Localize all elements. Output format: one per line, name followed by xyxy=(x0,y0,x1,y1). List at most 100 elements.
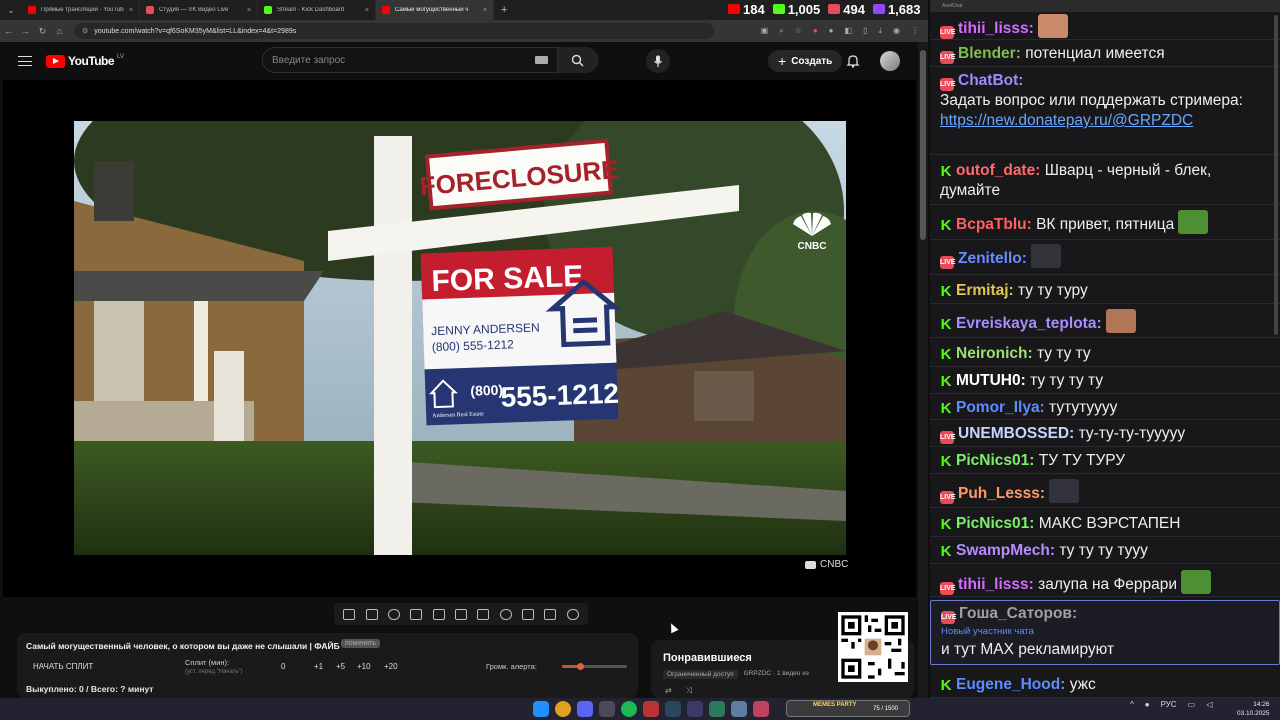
chat-username[interactable]: Blender: xyxy=(958,45,1021,62)
chat-username[interactable]: BcpaTblu: xyxy=(956,216,1032,233)
app-green-icon[interactable] xyxy=(709,701,725,717)
extension-white-icon[interactable]: ● xyxy=(829,26,834,36)
extension-red-icon[interactable]: ● xyxy=(813,26,818,36)
chat-username[interactable]: Evreiskaya_teplota: xyxy=(956,315,1102,332)
playlist-icon[interactable] xyxy=(410,608,423,620)
chat-username[interactable]: tihii_lisss: xyxy=(958,576,1034,593)
forward-icon[interactable]: → xyxy=(17,26,34,36)
app-pink-icon[interactable] xyxy=(753,701,769,717)
screenshot-icon[interactable] xyxy=(544,608,557,620)
chat-username[interactable]: Ermitaj: xyxy=(956,282,1014,299)
memes-party-widget[interactable]: MEMES PARTY 75 / 1500 xyxy=(786,700,910,717)
picture-in-picture-icon[interactable] xyxy=(454,608,467,620)
profile-icon[interactable]: ◉ xyxy=(893,26,900,36)
account-avatar[interactable] xyxy=(880,51,900,71)
start-split-button[interactable]: НАЧАТЬ СПЛИТ xyxy=(33,662,93,671)
page-scrollbar[interactable] xyxy=(918,42,928,698)
tab-close-icon[interactable]: × xyxy=(247,7,251,14)
liked-title[interactable]: Понравившиеся xyxy=(663,652,752,664)
sidepanel-icon[interactable]: ▯ xyxy=(863,26,867,36)
keyboard-icon[interactable] xyxy=(535,56,548,64)
site-info-icon[interactable]: ⚙ xyxy=(82,27,88,35)
back-icon[interactable]: ← xyxy=(0,26,17,36)
playlist-loop-icon[interactable]: ⇄ xyxy=(665,686,672,696)
steam-icon[interactable] xyxy=(665,701,681,717)
download-icon[interactable]: ⤓ xyxy=(878,26,882,36)
video-frame[interactable]: FORECLOSURE FOR SALE JENNY ANDERSEN (800… xyxy=(74,121,846,555)
increment-1-button[interactable]: +1 xyxy=(314,662,323,671)
alert-volume-knob[interactable] xyxy=(576,663,584,670)
audio-wave-icon[interactable] xyxy=(387,608,400,620)
notifications-bell-icon[interactable] xyxy=(846,54,860,68)
chat-username[interactable]: PicNics01: xyxy=(956,452,1034,469)
reload-icon[interactable]: ↻ xyxy=(34,26,51,37)
chat-username[interactable]: SwampMech: xyxy=(956,542,1055,559)
search-button[interactable] xyxy=(557,47,597,73)
browser-tab[interactable]: Студия — VK Видео Live × xyxy=(140,0,258,20)
youtube-logo[interactable]: YouTube LV xyxy=(46,54,124,68)
app-red-icon[interactable] xyxy=(643,701,659,717)
increment-10-button[interactable]: +10 xyxy=(357,662,371,671)
menu-icon[interactable] xyxy=(18,56,32,66)
spotify-icon[interactable] xyxy=(621,701,637,717)
chat-username[interactable]: PicNics01: xyxy=(956,515,1034,532)
extensions-puzzle-icon[interactable]: ◧ xyxy=(845,26,853,36)
alert-volume-slider[interactable] xyxy=(562,663,627,670)
url-field[interactable]: ⚙ youtube.com/watch?v=qf6SoKM35yM&list=L… xyxy=(74,23,714,39)
start-icon[interactable] xyxy=(533,701,549,717)
chat-username[interactable]: Neironich: xyxy=(956,345,1033,362)
chat-scrollbar[interactable] xyxy=(1274,15,1278,335)
tab-search-icon[interactable]: ⌄ xyxy=(0,0,22,20)
chat-username[interactable]: tihii_lisss: xyxy=(958,20,1034,37)
create-button[interactable]: + Создать xyxy=(768,50,843,72)
channel-watermark[interactable]: CNBC xyxy=(805,559,848,570)
change-badge[interactable]: поменять xyxy=(341,639,380,648)
chat-username[interactable]: MUTUH0: xyxy=(956,372,1026,389)
browser-menu-icon[interactable]: ⋮ xyxy=(911,26,919,36)
chat-username[interactable]: ChatBot: xyxy=(958,72,1023,89)
split-value[interactable]: 0 xyxy=(281,662,285,671)
theater-icon[interactable] xyxy=(477,608,490,620)
tab-close-icon[interactable]: × xyxy=(365,7,369,14)
home-icon[interactable]: ⌂ xyxy=(51,26,68,36)
tab-close-icon[interactable]: × xyxy=(129,7,133,14)
playlist-shuffle-icon[interactable]: ⤨ xyxy=(686,686,692,696)
sort-icon[interactable] xyxy=(365,608,378,620)
discord-icon[interactable] xyxy=(577,701,593,717)
bookmark-star-icon[interactable]: ☆ xyxy=(795,26,802,36)
video-player[interactable]: FORECLOSURE FOR SALE JENNY ANDERSEN (800… xyxy=(3,80,916,597)
increment-20-button[interactable]: +20 xyxy=(384,662,398,671)
loop-icon[interactable] xyxy=(343,608,356,620)
browser-tab[interactable]: Stream - Kick Dashboard × xyxy=(258,0,376,20)
chat-username[interactable]: Puh_Lesss: xyxy=(958,485,1045,502)
chat-username[interactable]: Pomor_Ilya: xyxy=(956,399,1045,416)
volume-icon[interactable]: ◁ xyxy=(1206,700,1212,709)
browser-tab[interactable]: Самый могущественный ч × xyxy=(376,0,494,20)
tray-arrow-icon[interactable]: ^ xyxy=(1130,700,1134,709)
film-icon[interactable] xyxy=(432,608,445,620)
add-to-queue-icon[interactable] xyxy=(522,608,535,620)
chat-username[interactable]: outof_date: xyxy=(956,162,1040,179)
zoom-icon[interactable]: ⌕ xyxy=(779,26,783,36)
chrome-icon[interactable] xyxy=(555,701,571,717)
chat-username[interactable]: Zenitello: xyxy=(958,250,1027,267)
browser-tab[interactable]: Прямые трансляции - YouTube × xyxy=(22,0,140,20)
app-purple-icon[interactable] xyxy=(687,701,703,717)
app-blue-icon[interactable] xyxy=(731,701,747,717)
chat-username[interactable]: Гоша_Саторов: xyxy=(959,605,1077,622)
tray-mic-icon[interactable]: ● xyxy=(1145,700,1150,709)
language-indicator[interactable]: РУС xyxy=(1161,700,1177,709)
settings-gear-icon[interactable] xyxy=(566,608,579,620)
network-icon[interactable]: ▭ xyxy=(1188,700,1196,709)
speed-icon[interactable] xyxy=(499,608,512,620)
obs-icon[interactable] xyxy=(599,701,615,717)
voice-search-button[interactable] xyxy=(646,49,670,73)
new-tab-button[interactable]: + xyxy=(494,4,514,16)
clock[interactable]: 14:26 03.10.2025 xyxy=(1237,700,1270,718)
chat-link[interactable]: https://new.donatepay.ru/@GRPZDC xyxy=(940,111,1270,131)
scroll-thumb[interactable] xyxy=(920,50,926,240)
chat-username[interactable]: UNEMBOSSED: xyxy=(958,425,1074,442)
search-input[interactable] xyxy=(263,54,535,66)
tab-close-icon[interactable]: × xyxy=(483,7,487,14)
install-icon[interactable]: ▣ xyxy=(761,26,769,36)
